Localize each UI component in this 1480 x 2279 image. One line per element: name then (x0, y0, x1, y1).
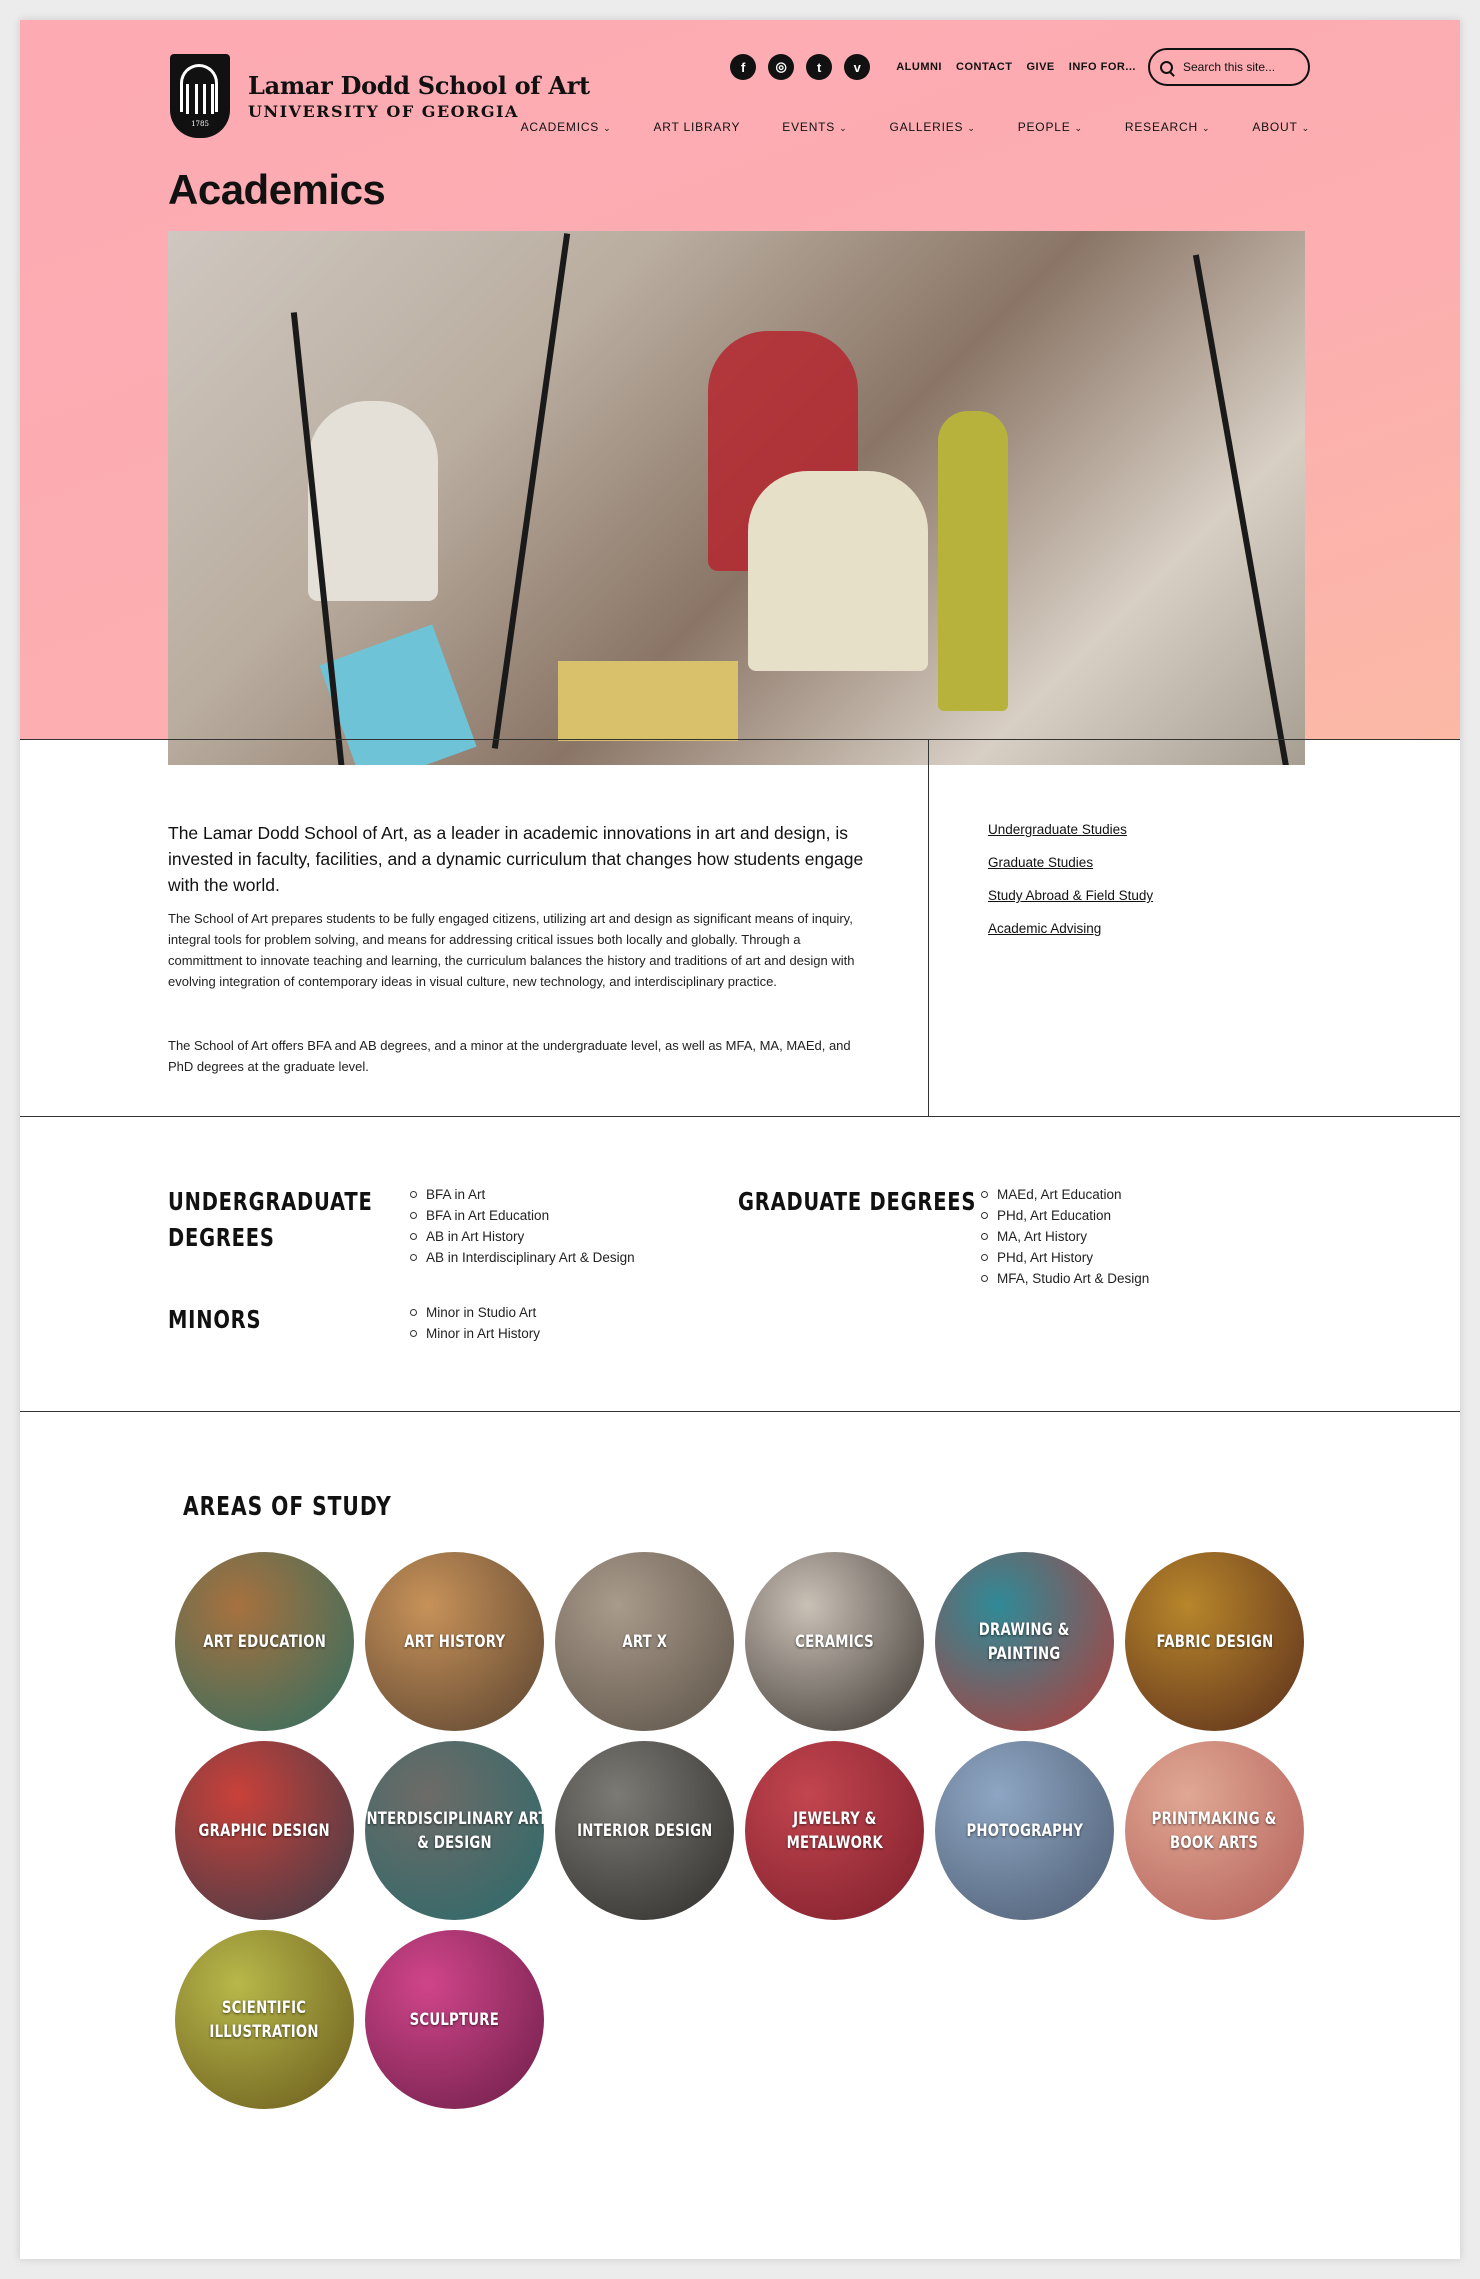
area-ceramics[interactable]: CERAMICS (745, 1552, 924, 1731)
area-label: FABRIC DESIGN (1156, 1631, 1273, 1652)
instagram-icon[interactable]: ◎ (768, 54, 795, 80)
area-art-history[interactable]: ART HISTORY (365, 1552, 544, 1731)
info-for-link[interactable]: INFO FOR... (1069, 61, 1136, 73)
intro-paragraph-2: The School of Art offers BFA and AB degr… (168, 1038, 851, 1074)
undergraduate-degrees-list: BFA in Art BFA in Art Education AB in Ar… (410, 1184, 635, 1268)
area-label: JEWELRY & METALWORK (786, 1808, 883, 1853)
list-item: MA, Art History (981, 1226, 1149, 1247)
chevron-down-icon: ⌄ (839, 123, 848, 133)
nav-events[interactable]: EVENTS ⌄ (782, 120, 847, 134)
facebook-icon[interactable]: f (730, 54, 757, 80)
list-item: PHd, Art Education (981, 1205, 1149, 1226)
chevron-down-icon: ⌄ (1301, 123, 1310, 133)
utility-bar: f ◎ t v ALUMNI CONTACT GIVE INFO FOR... … (730, 48, 1310, 86)
area-fabric-design[interactable]: FABRIC DESIGN (1125, 1552, 1304, 1731)
area-label: PRINTMAKING & BOOK ARTS (1152, 1808, 1277, 1853)
area-label: GRAPHIC DESIGN (198, 1820, 331, 1841)
minors-list: Minor in Studio Art Minor in Art History (410, 1302, 540, 1344)
list-item: MAEd, Art Education (981, 1184, 1149, 1205)
area-label: PHOTOGRAPHY (966, 1820, 1083, 1841)
graduate-degrees-list: MAEd, Art Education PHd, Art Education M… (981, 1184, 1149, 1289)
link-undergraduate-studies[interactable]: Undergraduate Studies (988, 822, 1153, 837)
list-item: AB in Interdisciplinary Art & Design (410, 1247, 635, 1268)
area-label: SCIENTIFIC ILLUSTRATION (209, 1997, 320, 2042)
nav-art-library[interactable]: ART LIBRARY (653, 120, 740, 134)
divider (928, 739, 929, 1116)
chevron-down-icon: ⌄ (1201, 123, 1211, 133)
search-placeholder: Search this site... (1183, 60, 1276, 74)
page: 1785 Lamar Dodd School of Art UNIVERSITY… (20, 20, 1460, 2259)
school-name: Lamar Dodd School of Art (248, 71, 590, 100)
graduate-degrees-heading: GRADUATE DEGREES (738, 1187, 977, 1216)
area-label: SCULPTURE (409, 2009, 500, 2030)
area-label: ART X (622, 1631, 667, 1652)
area-label: INTERIOR DESIGN (576, 1820, 713, 1841)
list-item: BFA in Art Education (410, 1205, 635, 1226)
link-study-abroad[interactable]: Study Abroad & Field Study (988, 888, 1153, 903)
area-sculpture[interactable]: SCULPTURE (365, 1930, 544, 2109)
twitter-icon[interactable]: t (806, 54, 833, 80)
uga-arch-icon: 1785 (170, 54, 230, 138)
minors-heading: MINORS (168, 1305, 262, 1334)
seal-year: 1785 (191, 120, 209, 128)
area-art-x[interactable]: ART X (555, 1552, 734, 1731)
give-link[interactable]: GIVE (1026, 61, 1054, 73)
link-graduate-studies[interactable]: Graduate Studies (988, 855, 1153, 870)
area-label: ART HISTORY (403, 1631, 506, 1652)
main-nav: ACADEMICS ⌄ ART LIBRARY EVENTS ⌄ GALLERIES… (479, 120, 1310, 134)
area-photography[interactable]: PHOTOGRAPHY (935, 1741, 1114, 1920)
link-academic-advising[interactable]: Academic Advising (988, 921, 1153, 936)
nav-research[interactable]: RESEARCH ⌄ (1125, 120, 1210, 134)
list-item: Minor in Studio Art (410, 1302, 540, 1323)
page-title: Academics (168, 166, 386, 213)
divider (20, 739, 1460, 740)
areas-of-study-heading: AREAS OF STUDY (183, 1492, 392, 1522)
university-name: UNIVERSITY OF GEORGIA (248, 102, 519, 121)
list-item: PHd, Art History (981, 1247, 1149, 1268)
list-item: BFA in Art (410, 1184, 635, 1205)
chevron-down-icon: ⌄ (603, 123, 612, 133)
search-icon (1160, 60, 1173, 74)
nav-about[interactable]: ABOUT ⌄ (1252, 120, 1310, 134)
area-scientific-illustration[interactable]: SCIENTIFIC ILLUSTRATION (175, 1930, 354, 2109)
academics-side-links: Undergraduate Studies Graduate Studies S… (988, 822, 1153, 954)
area-label: ART EDUCATION (203, 1631, 326, 1652)
area-interior-design[interactable]: INTERIOR DESIGN (555, 1741, 734, 1920)
chevron-down-icon: ⌄ (1074, 123, 1083, 133)
area-drawing-painting[interactable]: DRAWING & PAINTING (935, 1552, 1114, 1731)
search-input[interactable]: Search this site... (1148, 48, 1310, 86)
list-item: MFA, Studio Art & Design (981, 1268, 1149, 1289)
area-printmaking-book-arts[interactable]: PRINTMAKING & BOOK ARTS (1125, 1741, 1304, 1920)
alumni-link[interactable]: ALUMNI (896, 61, 942, 73)
area-label: DRAWING & PAINTING (979, 1619, 1070, 1664)
area-label: INTERDISCIPLINARY ART & DESIGN (365, 1808, 544, 1853)
contact-link[interactable]: CONTACT (956, 61, 1012, 73)
nav-galleries[interactable]: GALLERIES ⌄ (889, 120, 975, 134)
intro-paragraph-1: The School of Art prepares students to b… (168, 911, 855, 989)
area-label: CERAMICS (795, 1631, 874, 1652)
area-graphic-design[interactable]: GRAPHIC DESIGN (175, 1741, 354, 1920)
area-jewelry-metalwork[interactable]: JEWELRY & METALWORK (745, 1741, 924, 1920)
chevron-down-icon: ⌄ (967, 123, 976, 133)
vimeo-icon[interactable]: v (844, 54, 871, 80)
nav-people[interactable]: PEOPLE ⌄ (1018, 120, 1083, 134)
area-art-education[interactable]: ART EDUCATION (175, 1552, 354, 1731)
divider (20, 1116, 1460, 1117)
hero-photo (168, 231, 1305, 765)
divider (20, 1411, 1460, 1412)
list-item: AB in Art History (410, 1226, 635, 1247)
nav-academics[interactable]: ACADEMICS ⌄ (521, 120, 612, 134)
intro-lead: The Lamar Dodd School of Art, as a leade… (168, 823, 864, 895)
list-item: Minor in Art History (410, 1323, 540, 1344)
area-interdisciplinary-art-design[interactable]: INTERDISCIPLINARY ART & DESIGN (365, 1741, 544, 1920)
undergraduate-degrees-heading: UNDERGRADUATE DEGREES (168, 1187, 373, 1252)
